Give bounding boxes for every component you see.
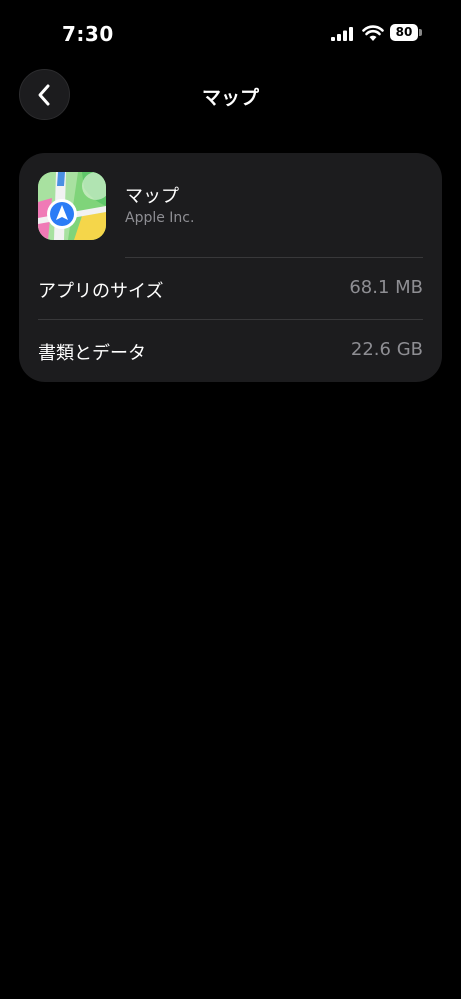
battery-level: 80 — [390, 24, 418, 41]
divider — [125, 257, 423, 258]
battery-icon: 80 — [390, 24, 424, 42]
app-developer: Apple Inc. — [125, 210, 195, 226]
maps-app-icon — [38, 172, 106, 240]
app-storage-card: マップ Apple Inc. アプリのサイズ 68.1 MB 書類とデータ 22… — [19, 153, 442, 382]
battery-tip — [419, 29, 422, 36]
status-bar: 7:30 80 — [0, 0, 461, 70]
app-name: マップ — [125, 186, 179, 207]
documents-data-label: 書類とデータ — [38, 343, 146, 364]
divider — [38, 319, 423, 320]
wifi-icon — [362, 25, 384, 41]
signal-icon — [331, 27, 353, 41]
page-title: マップ — [201, 87, 259, 109]
app-size-value: 68.1 MB — [349, 277, 423, 298]
documents-data-value: 22.6 GB — [350, 339, 423, 360]
status-time: 7:30 — [62, 22, 114, 46]
app-size-label: アプリのサイズ — [38, 281, 164, 302]
